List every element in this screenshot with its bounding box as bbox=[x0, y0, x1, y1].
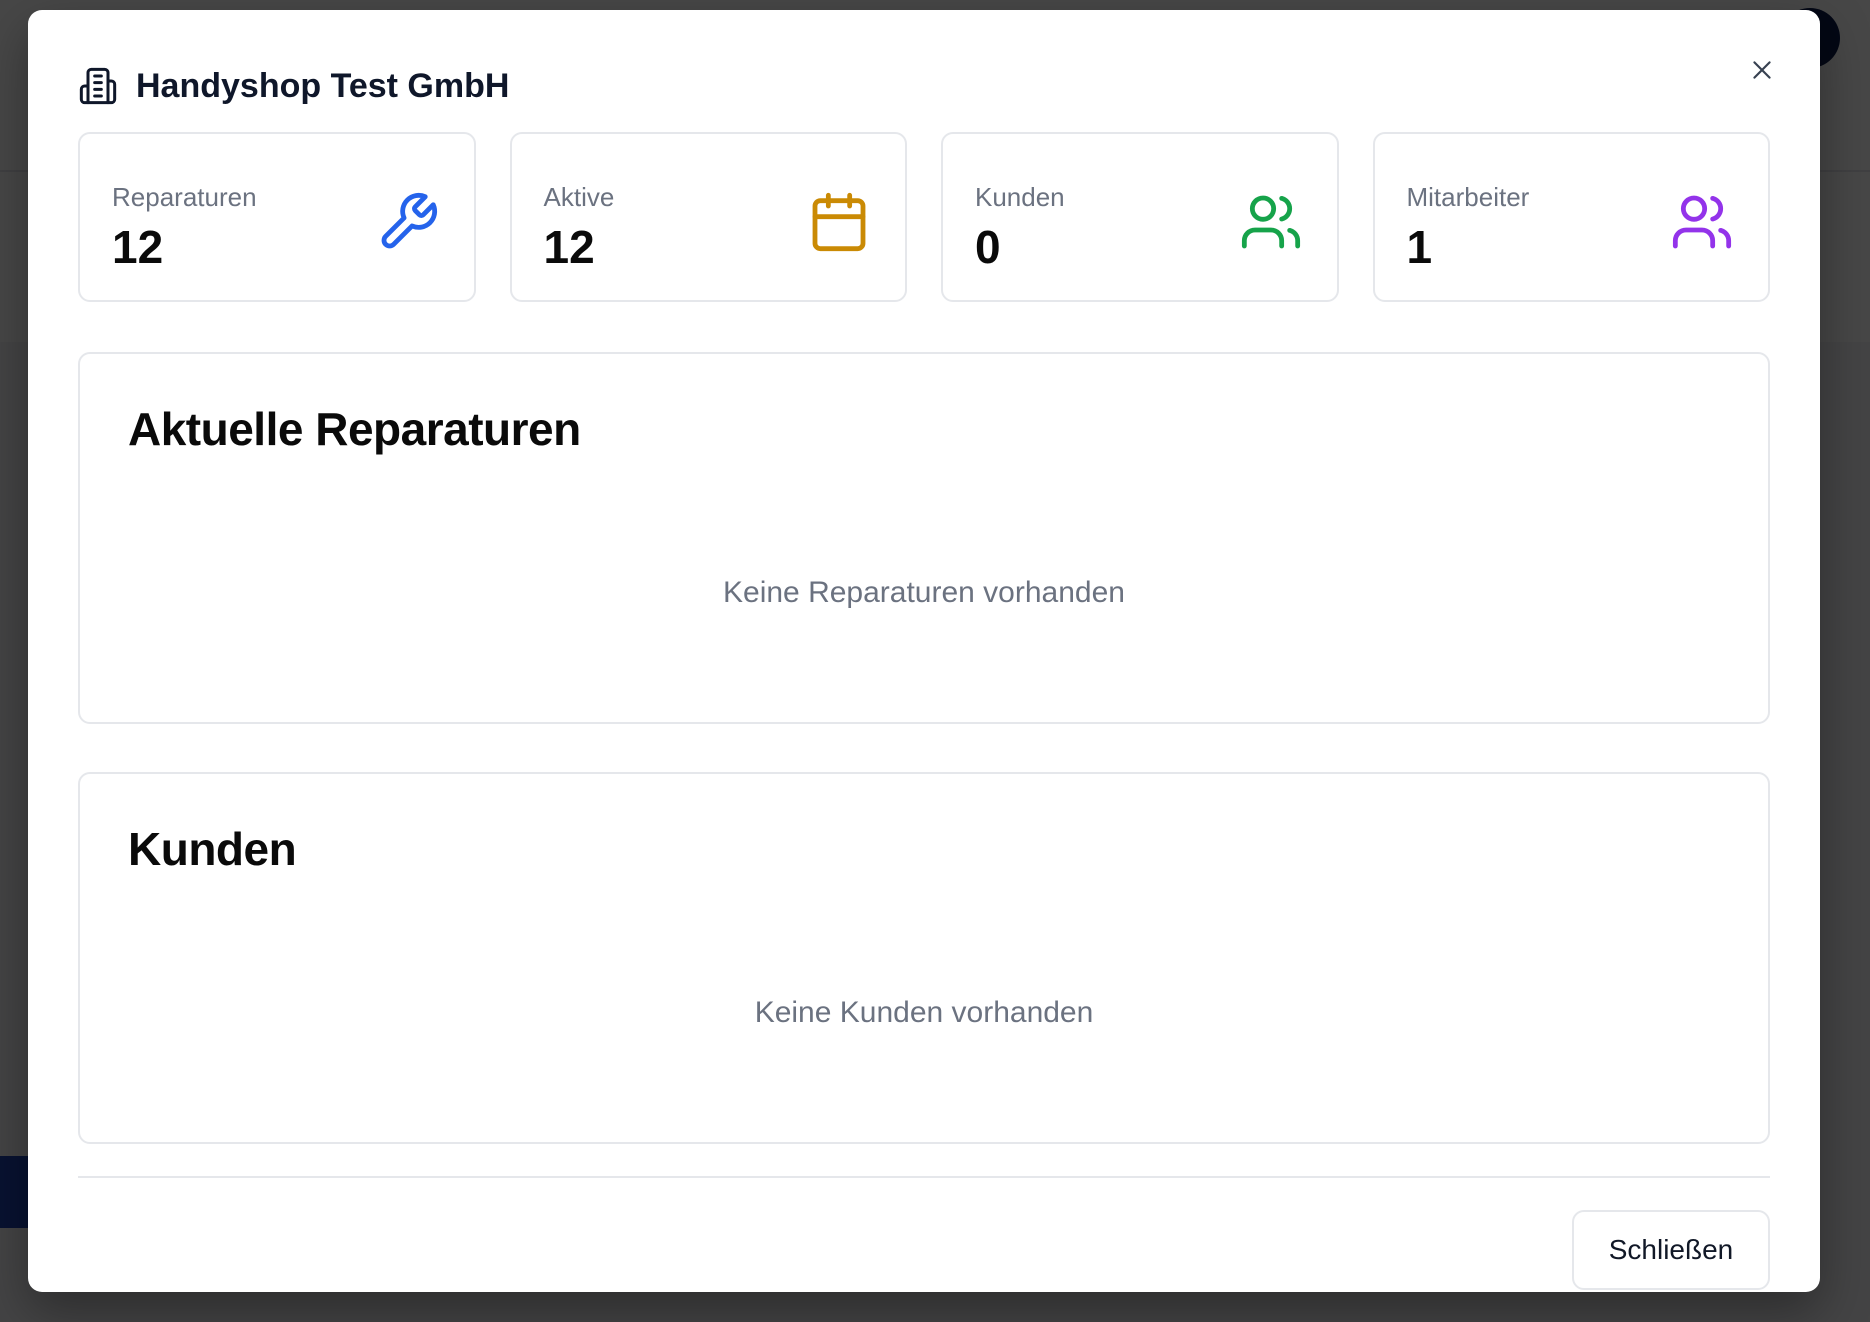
shop-details-modal: Handyshop Test GmbH Reparaturen 12 Aktiv… bbox=[28, 10, 1820, 1292]
stat-card-mitarbeiter: Mitarbeiter 1 bbox=[1372, 132, 1770, 302]
users-icon bbox=[1241, 195, 1300, 249]
stat-card-reparaturen: Reparaturen 12 bbox=[78, 132, 476, 302]
stat-value: 0 bbox=[975, 221, 1001, 273]
stat-card-aktive: Aktive 12 bbox=[509, 132, 907, 302]
users-icon bbox=[1672, 195, 1732, 249]
stat-value: 12 bbox=[543, 221, 595, 273]
close-footer-button[interactable]: Schließen bbox=[1572, 1210, 1770, 1290]
stat-label: Aktive bbox=[543, 182, 615, 212]
repairs-empty-text: Keine Reparaturen vorhanden bbox=[723, 576, 1125, 609]
wrench-icon bbox=[381, 192, 437, 249]
stat-value: 1 bbox=[1406, 221, 1433, 273]
footer-divider bbox=[78, 1176, 1770, 1178]
stat-label: Reparaturen bbox=[112, 182, 257, 212]
stat-label: Mitarbeiter bbox=[1406, 182, 1530, 212]
close-button[interactable] bbox=[1742, 50, 1782, 90]
customers-section-title: Kunden bbox=[128, 823, 297, 875]
repairs-section-title: Aktuelle Reparaturen bbox=[128, 403, 581, 455]
customers-section: Kunden Keine Kunden vorhanden bbox=[78, 772, 1770, 1144]
stats-row: Reparaturen 12 Aktive 12 Kunden 0 Mitarb… bbox=[78, 132, 1770, 302]
modal-title: Handyshop Test GmbH bbox=[136, 66, 510, 105]
stat-value: 12 bbox=[112, 221, 164, 273]
stat-label: Kunden bbox=[975, 182, 1065, 212]
customers-empty-text: Keine Kunden vorhanden bbox=[754, 996, 1094, 1029]
stat-card-kunden: Kunden 0 bbox=[941, 132, 1339, 302]
building-icon bbox=[79, 67, 117, 105]
close-icon bbox=[1753, 61, 1771, 79]
repairs-section: Aktuelle Reparaturen Keine Reparaturen v… bbox=[78, 352, 1770, 724]
modal-header: Handyshop Test GmbH bbox=[78, 66, 509, 106]
calendar-icon bbox=[812, 192, 866, 252]
